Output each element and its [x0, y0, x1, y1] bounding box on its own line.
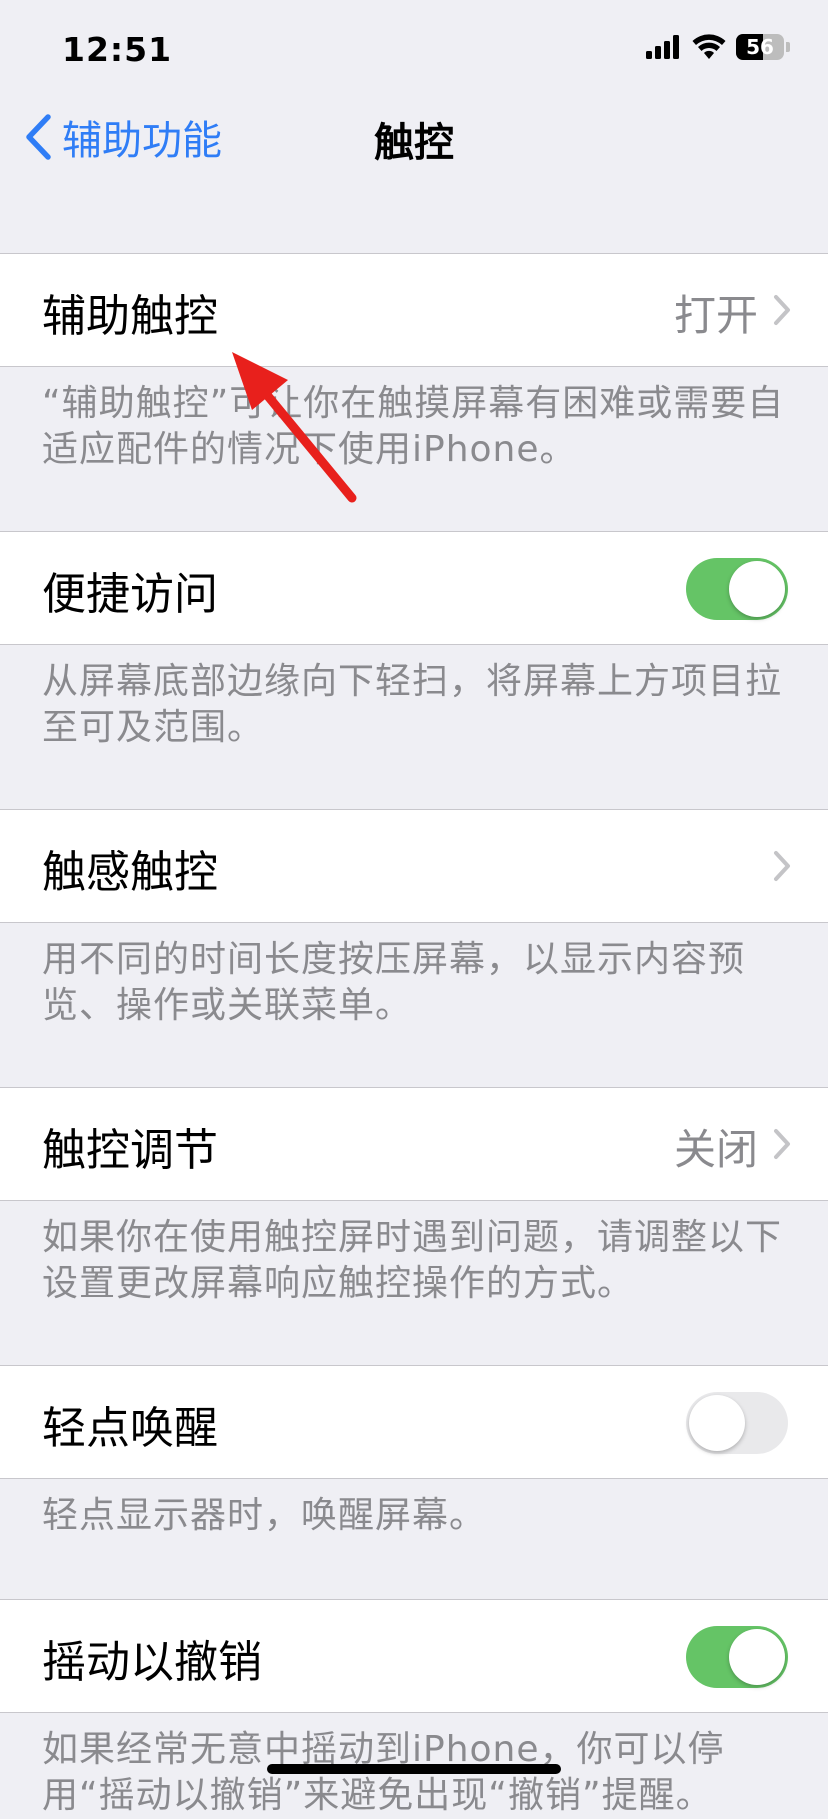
chevron-right-icon	[774, 851, 790, 881]
status-time: 12:51	[62, 30, 173, 69]
shake-to-undo-row: 摇动以撤销	[0, 1599, 828, 1713]
settings-group: 轻点唤醒 轻点显示器时，唤醒屏幕。	[0, 1365, 828, 1539]
settings-group: 辅助触控 打开 “辅助触控”可让你在触摸屏幕有困难或需要自适应配件的情况下使用i…	[0, 253, 828, 473]
row-value: 打开	[673, 291, 758, 340]
cellular-signal-icon	[646, 35, 679, 59]
settings-group: 摇动以撤销 如果经常无意中摇动到iPhone，你可以停用“摇动以撤销”来避免出现…	[0, 1599, 828, 1819]
settings-group: 触感触控 用不同的时间长度按压屏幕，以显示内容预览、操作或关联菜单。	[0, 809, 828, 1029]
settings-group: 触控调节 关闭 如果你在使用触控屏时遇到问题，请调整以下设置更改屏幕响应触控操作…	[0, 1087, 828, 1307]
row-footer: 如果你在使用触控屏时遇到问题，请调整以下设置更改屏幕响应触控操作的方式。	[42, 1217, 783, 1304]
row-label: 触控调节	[42, 1125, 218, 1176]
row-footer: “辅助触控”可让你在触摸屏幕有困难或需要自适应配件的情况下使用iPhone。	[42, 383, 785, 470]
status-bar: 12:51 56	[0, 0, 828, 100]
battery-cap	[786, 42, 790, 52]
row-label: 辅助触控	[42, 291, 218, 342]
toggle-knob	[689, 1395, 745, 1451]
tap-to-wake-row: 轻点唤醒	[0, 1365, 828, 1479]
battery-icon: 56	[736, 34, 784, 60]
page-title: 触控	[374, 120, 454, 166]
reachability-row: 便捷访问	[0, 531, 828, 645]
row-value: 关闭	[673, 1125, 758, 1174]
wifi-icon	[692, 34, 726, 59]
shake-to-undo-toggle[interactable]	[686, 1626, 788, 1688]
chevron-right-icon	[774, 295, 790, 325]
home-indicator	[267, 1764, 561, 1774]
toggle-knob	[729, 561, 785, 617]
settings-group: 便捷访问 从屏幕底部边缘向下轻扫，将屏幕上方项目拉至可及范围。	[0, 531, 828, 751]
row-label: 轻点唤醒	[42, 1403, 218, 1454]
haptic-touch-row[interactable]: 触感触控	[0, 809, 828, 923]
status-icons: 56	[646, 34, 790, 60]
row-footer: 从屏幕底部边缘向下轻扫，将屏幕上方项目拉至可及范围。	[42, 661, 783, 748]
row-footer: 用不同的时间长度按压屏幕，以显示内容预览、操作或关联菜单。	[42, 939, 746, 1026]
touch-accommodations-row[interactable]: 触控调节 关闭	[0, 1087, 828, 1201]
toggle-knob	[729, 1629, 785, 1685]
row-label: 摇动以撤销	[42, 1637, 262, 1688]
chevron-right-icon	[774, 1129, 790, 1159]
row-footer: 轻点显示器时，唤醒屏幕。	[42, 1495, 487, 1536]
reachability-toggle[interactable]	[686, 558, 788, 620]
tap-to-wake-toggle[interactable]	[686, 1392, 788, 1454]
row-label: 便捷访问	[42, 569, 218, 620]
battery-percent: 56	[746, 35, 774, 59]
nav-bar: 辅助功能 触控	[0, 100, 828, 176]
row-label: 触感触控	[42, 847, 218, 898]
assistive-touch-row[interactable]: 辅助触控 打开	[0, 253, 828, 367]
